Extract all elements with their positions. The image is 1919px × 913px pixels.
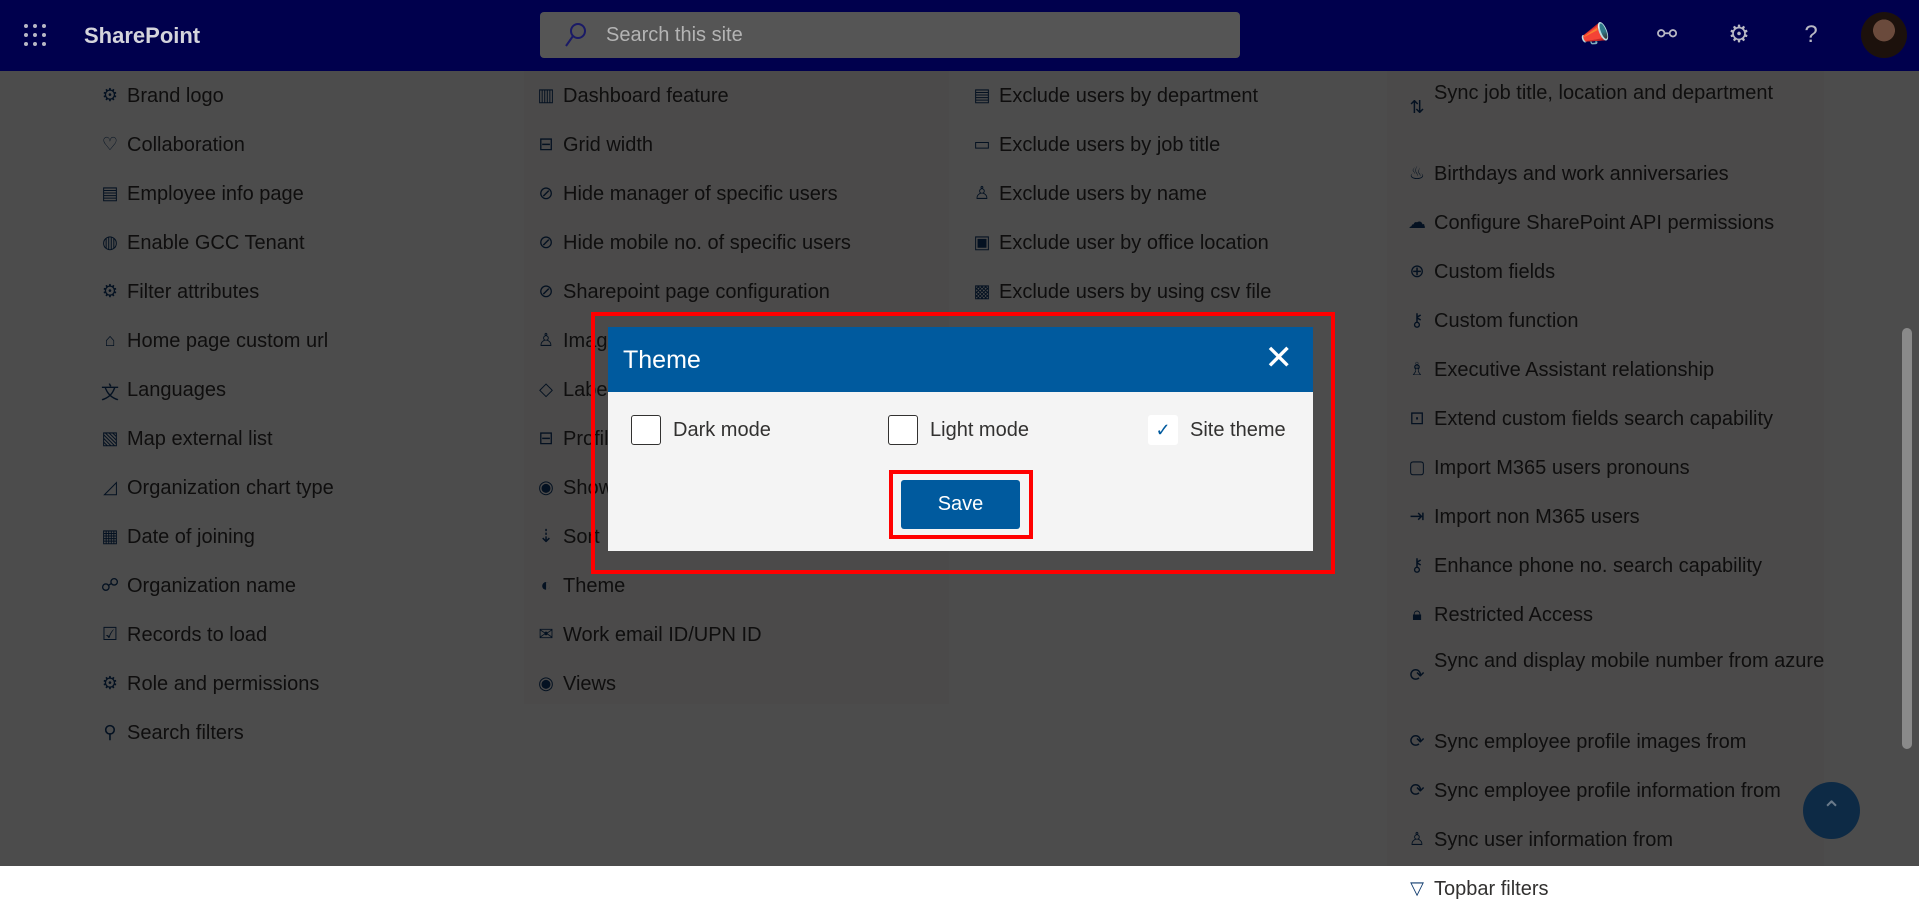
dialog-title: Theme <box>623 346 701 374</box>
scroll-to-top-button[interactable]: ⌃ <box>1803 782 1860 839</box>
search-box[interactable]: Search this site <box>540 12 1240 58</box>
site-theme-checkbox[interactable]: ✓ <box>1148 415 1178 445</box>
dialog-header: Theme ✕ <box>608 327 1313 392</box>
search-input[interactable]: Search this site <box>606 24 743 47</box>
chevron-up-icon: ⌃ <box>1821 797 1842 824</box>
megaphone-icon[interactable]: 📣 <box>1580 20 1610 50</box>
dark-mode-checkbox[interactable] <box>631 415 661 445</box>
light-mode-checkbox[interactable] <box>888 415 918 445</box>
dark-mode-option[interactable]: Dark mode <box>631 415 771 445</box>
settings-item-label: Topbar filters <box>1434 878 1549 900</box>
filter-icon: ▽ <box>1410 878 1424 898</box>
option-label: Light mode <box>930 418 1029 441</box>
avatar[interactable] <box>1861 12 1907 58</box>
help-icon[interactable]: ? <box>1796 20 1826 50</box>
app-launcher-icon[interactable] <box>24 24 46 46</box>
option-label: Site theme <box>1190 418 1286 441</box>
light-mode-option[interactable]: Light mode <box>888 415 1029 445</box>
gear-icon[interactable]: ⚙ <box>1724 20 1754 50</box>
connections-icon[interactable]: ⚯ <box>1652 20 1682 50</box>
scrollbar[interactable] <box>1902 328 1912 749</box>
site-theme-option[interactable]: ✓ Site theme <box>1148 415 1286 445</box>
settings-item[interactable]: ▽ Topbar filters <box>1406 864 1826 913</box>
top-bar: SharePoint Search this site 📣 ⚯ ⚙ ? <box>0 0 1919 71</box>
search-icon <box>565 23 586 47</box>
highlight-box <box>889 470 1033 539</box>
close-icon[interactable]: ✕ <box>1265 341 1294 375</box>
option-label: Dark mode <box>673 418 771 441</box>
app-name[interactable]: SharePoint <box>84 23 200 49</box>
